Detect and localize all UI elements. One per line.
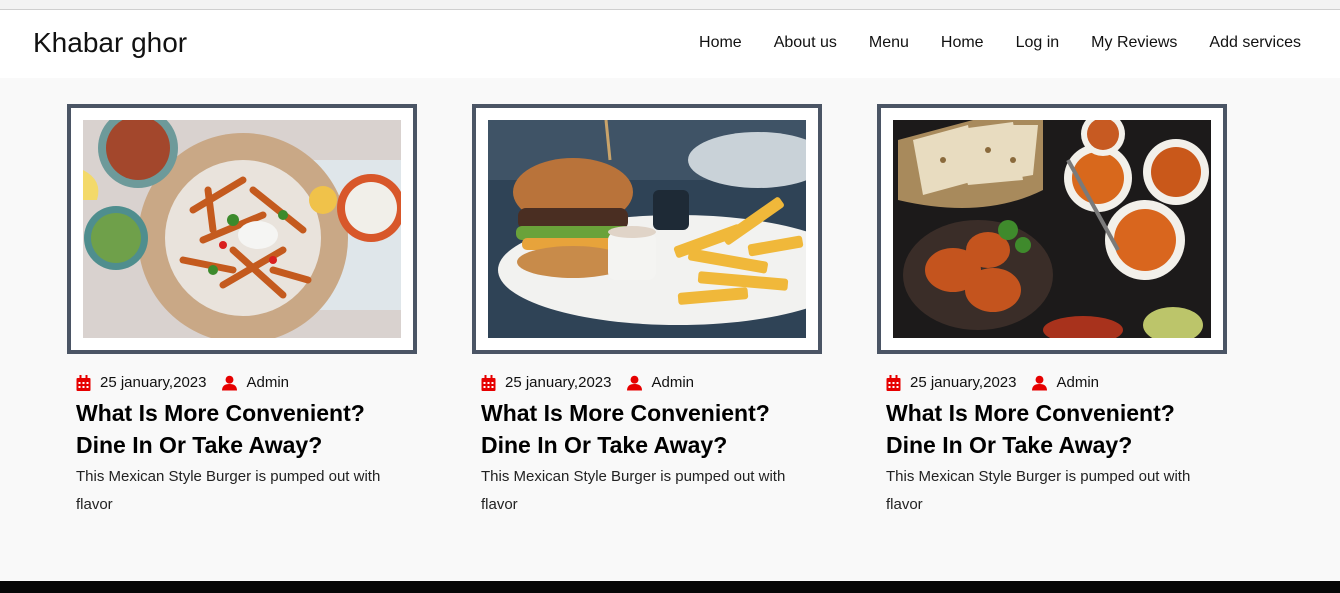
- post-meta: 25 january,2023 Admin: [67, 374, 417, 391]
- navbar: Khabar ghor Home About us Menu Home Log …: [0, 10, 1340, 78]
- calendar-icon: [886, 374, 901, 391]
- brand-logo[interactable]: Khabar ghor: [33, 27, 187, 59]
- post-author[interactable]: Admin: [1056, 374, 1099, 391]
- nav-about-us[interactable]: About us: [774, 34, 837, 52]
- image-frame: [472, 104, 822, 354]
- user-icon: [222, 375, 238, 390]
- post-author[interactable]: Admin: [246, 374, 289, 391]
- post-title[interactable]: What Is More Convenient? Dine In Or Take…: [877, 397, 1227, 461]
- post-date: 25 january,2023: [505, 374, 612, 391]
- image-frame: [67, 104, 417, 354]
- top-border: [0, 0, 1340, 10]
- image-frame: [877, 104, 1227, 354]
- post-excerpt: This Mexican Style Burger is pumped out …: [886, 468, 1191, 513]
- user-icon: [1032, 375, 1048, 390]
- post-date: 25 january,2023: [910, 374, 1017, 391]
- naan-and-curry-photo[interactable]: [893, 120, 1211, 338]
- post-excerpt: This Mexican Style Burger is pumped out …: [76, 468, 381, 513]
- blog-card: 25 january,2023 Admin What Is More Conve…: [472, 104, 822, 519]
- post-meta: 25 january,2023 Admin: [472, 374, 822, 391]
- main-nav: Home About us Menu Home Log in My Review…: [699, 34, 1301, 52]
- post-title[interactable]: What Is More Convenient? Dine In Or Take…: [67, 397, 417, 461]
- nav-menu[interactable]: Menu: [869, 34, 909, 52]
- post-title[interactable]: What Is More Convenient? Dine In Or Take…: [472, 397, 822, 461]
- post-meta: 25 january,2023 Admin: [877, 374, 1227, 391]
- nav-home-2[interactable]: Home: [941, 34, 984, 52]
- blog-card: 25 january,2023 Admin What Is More Conve…: [877, 104, 1227, 519]
- nav-my-reviews[interactable]: My Reviews: [1091, 34, 1177, 52]
- blog-card: 25 january,2023 Admin What Is More Conve…: [67, 104, 417, 519]
- user-icon: [627, 375, 643, 390]
- calendar-icon: [481, 374, 496, 391]
- blog-cards: 25 january,2023 Admin What Is More Conve…: [67, 104, 1227, 519]
- food-platter-fries-photo[interactable]: [83, 120, 401, 338]
- calendar-icon: [76, 374, 91, 391]
- post-author[interactable]: Admin: [651, 374, 694, 391]
- footer: [0, 581, 1340, 593]
- post-date: 25 january,2023: [100, 374, 207, 391]
- nav-add-services[interactable]: Add services: [1209, 34, 1301, 52]
- nav-log-in[interactable]: Log in: [1016, 34, 1060, 52]
- post-excerpt: This Mexican Style Burger is pumped out …: [481, 468, 786, 513]
- nav-home[interactable]: Home: [699, 34, 742, 52]
- burger-and-fries-photo[interactable]: [488, 120, 806, 338]
